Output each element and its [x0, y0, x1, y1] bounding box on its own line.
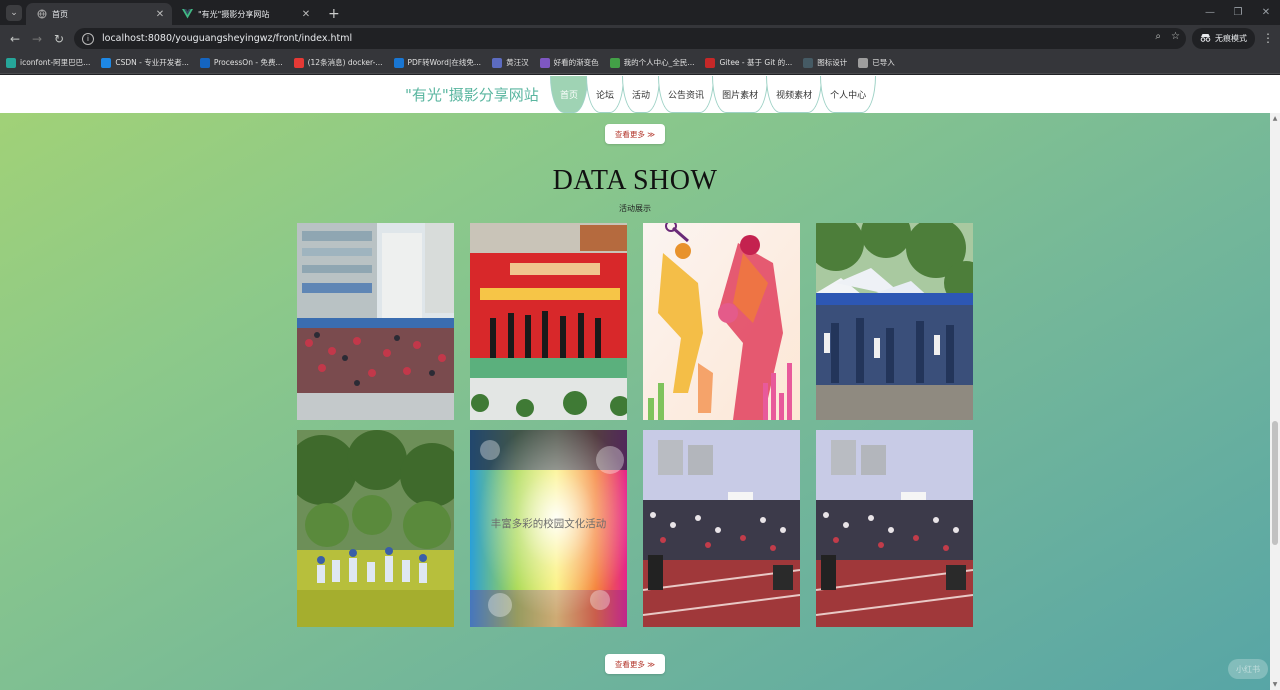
- bookmarks-bar: iconfont-阿里巴巴... CSDN - 专业开发者... ProcessOn…: [0, 52, 1280, 74]
- bookmark-label: 我的个人中心_全民...: [623, 58, 695, 67]
- site-header: "有光"摄影分享网站 首页 论坛 活动 公告资讯 图片素材 视频素材 个人中心: [0, 75, 1280, 113]
- tab-strip: ⌄ 首页 ✕ "有光"摄影分享网站 ✕ + — ❐ ✕: [0, 0, 1280, 25]
- activity-photo-2: [470, 223, 627, 420]
- activity-card[interactable]: [297, 430, 454, 627]
- activity-photo-3: [643, 223, 800, 420]
- main-nav: 首页 论坛 活动 公告资讯 图片素材 视频素材 个人中心: [550, 76, 877, 113]
- bookmark-item[interactable]: ProcessOn - 免费...: [199, 57, 283, 68]
- scroll-down-icon[interactable]: ▼: [1271, 681, 1279, 688]
- bookmark-item[interactable]: iconfont-阿里巴巴...: [6, 57, 90, 68]
- new-tab-icon[interactable]: +: [328, 6, 340, 22]
- bookmark-label: Gitee - 基于 Git 的...: [719, 58, 793, 67]
- bookmark-label: PDF转Word|在线免...: [407, 58, 482, 67]
- activity-card[interactable]: [297, 223, 454, 420]
- bookmark-item[interactable]: 已导入: [858, 57, 895, 68]
- tab-title: "有光"摄影分享网站: [198, 9, 270, 19]
- activity-card[interactable]: [643, 223, 800, 420]
- nav-item-0[interactable]: 首页: [550, 76, 589, 113]
- gitee-icon: [705, 57, 716, 68]
- bookmark-item[interactable]: PDF转Word|在线免...: [393, 57, 482, 68]
- bookmark-label: CSDN - 专业开发者...: [115, 58, 189, 67]
- site-logo[interactable]: "有光"摄影分享网站: [405, 84, 539, 105]
- zoom-icon[interactable]: ⌕: [1155, 31, 1161, 42]
- close-icon[interactable]: ✕: [154, 9, 166, 20]
- page-scrollbar[interactable]: ▲ ▼: [1270, 113, 1280, 690]
- browser-toolbar: ← → ↻ i localhost:8080/youguangsheyingwz…: [0, 25, 1280, 52]
- gradient-icon: [539, 57, 550, 68]
- activity-card[interactable]: [643, 430, 800, 627]
- more-menu-icon[interactable]: ⋮: [1262, 31, 1274, 45]
- address-bar[interactable]: i localhost:8080/youguangsheyingwz/front…: [74, 28, 1186, 49]
- nav-item-2[interactable]: 活动: [622, 76, 661, 113]
- csdn-c-icon: [293, 57, 304, 68]
- bookmark-label: (12条消息) docker-...: [307, 58, 383, 67]
- card-caption: 丰富多彩的校园文化活动: [490, 518, 607, 530]
- processon-icon: [199, 57, 210, 68]
- info-icon[interactable]: i: [82, 32, 94, 45]
- section-title: DATA SHOW: [552, 165, 718, 196]
- view-more-button-top[interactable]: 查看更多 ≫: [605, 124, 665, 144]
- close-window-icon[interactable]: ✕: [1252, 0, 1280, 25]
- incognito-label: 无痕模式: [1215, 34, 1247, 43]
- incognito-icon: [1200, 33, 1211, 44]
- iconfont-icon: [6, 57, 16, 68]
- globe-icon: [36, 9, 47, 20]
- folder-icon: [858, 57, 869, 68]
- url-text: localhost:8080/youguangsheyingwz/front/i…: [102, 33, 353, 44]
- watermark: 小红书: [1228, 659, 1268, 679]
- scrollbar-thumb[interactable]: [1272, 421, 1278, 545]
- activity-card[interactable]: [816, 430, 973, 627]
- back-icon[interactable]: ←: [4, 32, 26, 46]
- activity-photo-5: [297, 430, 454, 627]
- nav-item-6[interactable]: 个人中心: [820, 76, 877, 113]
- nav-item-3[interactable]: 公告资讯: [658, 76, 715, 113]
- window-controls: — ❐ ✕: [1196, 0, 1280, 25]
- bookmark-item[interactable]: (12条消息) docker-...: [293, 57, 383, 68]
- activity-photo-4: [816, 223, 973, 420]
- pdf-icon: [393, 57, 404, 68]
- forward-icon[interactable]: →: [26, 32, 48, 46]
- nav-item-1[interactable]: 论坛: [586, 76, 625, 113]
- restore-icon[interactable]: ❐: [1224, 0, 1252, 25]
- star-icon[interactable]: ☆: [1171, 31, 1180, 42]
- page-content: "有光"摄影分享网站 首页 论坛 活动 公告资讯 图片素材 视频素材 个人中心 查看更多 ≫…: [0, 75, 1280, 690]
- bookmark-label: 已导入: [872, 58, 895, 67]
- close-icon[interactable]: ✕: [300, 9, 312, 20]
- bookmark-label: 好看的渐变色: [553, 58, 599, 67]
- activity-grid: 丰富多彩的校园文化活动: [297, 223, 973, 627]
- activity-card[interactable]: 丰富多彩的校园文化活动: [470, 430, 627, 627]
- bookmark-item[interactable]: 我的个人中心_全民...: [609, 57, 695, 68]
- bookmark-item[interactable]: 黄汪汉: [492, 57, 529, 68]
- tab-home[interactable]: 首页 ✕: [26, 3, 172, 25]
- activity-card[interactable]: [816, 223, 973, 420]
- view-more-button-bottom[interactable]: 查看更多 ≫: [605, 654, 665, 674]
- bookmark-label: iconfont-阿里巴巴...: [20, 58, 91, 67]
- activity-photo-1: [297, 223, 454, 420]
- activity-photo-8: [816, 430, 973, 627]
- reload-icon[interactable]: ↻: [48, 32, 70, 46]
- bookmark-item[interactable]: CSDN - 专业开发者...: [101, 57, 189, 68]
- tab-title: 首页: [52, 9, 68, 19]
- tab-site[interactable]: "有光"摄影分享网站 ✕: [172, 3, 318, 25]
- activity-photo-7: [643, 430, 800, 627]
- bookmark-label: 图标设计: [817, 58, 848, 67]
- profile-icon: [609, 57, 620, 68]
- bookmark-icon: [492, 57, 503, 68]
- csdn-icon: [101, 57, 112, 68]
- bookmark-item[interactable]: 好看的渐变色: [539, 57, 599, 68]
- bookmark-item[interactable]: Gitee - 基于 Git 的...: [705, 57, 792, 68]
- section-subtitle: 活动展示: [619, 204, 651, 213]
- vue-icon: [182, 9, 193, 20]
- bookmark-label: ProcessOn - 免费...: [213, 58, 283, 67]
- incognito-badge[interactable]: 无痕模式: [1192, 28, 1255, 49]
- bookmark-item[interactable]: 图标设计: [803, 57, 847, 68]
- bookmark-label: 黄汪汉: [506, 58, 529, 67]
- scroll-up-icon[interactable]: ▲: [1271, 115, 1279, 122]
- design-icon: [803, 57, 814, 68]
- tab-search-icon[interactable]: ⌄: [6, 5, 22, 21]
- nav-item-5[interactable]: 视频素材: [766, 76, 823, 113]
- activity-card[interactable]: [470, 223, 627, 420]
- minimize-icon[interactable]: —: [1196, 0, 1224, 25]
- nav-item-4[interactable]: 图片素材: [712, 76, 769, 113]
